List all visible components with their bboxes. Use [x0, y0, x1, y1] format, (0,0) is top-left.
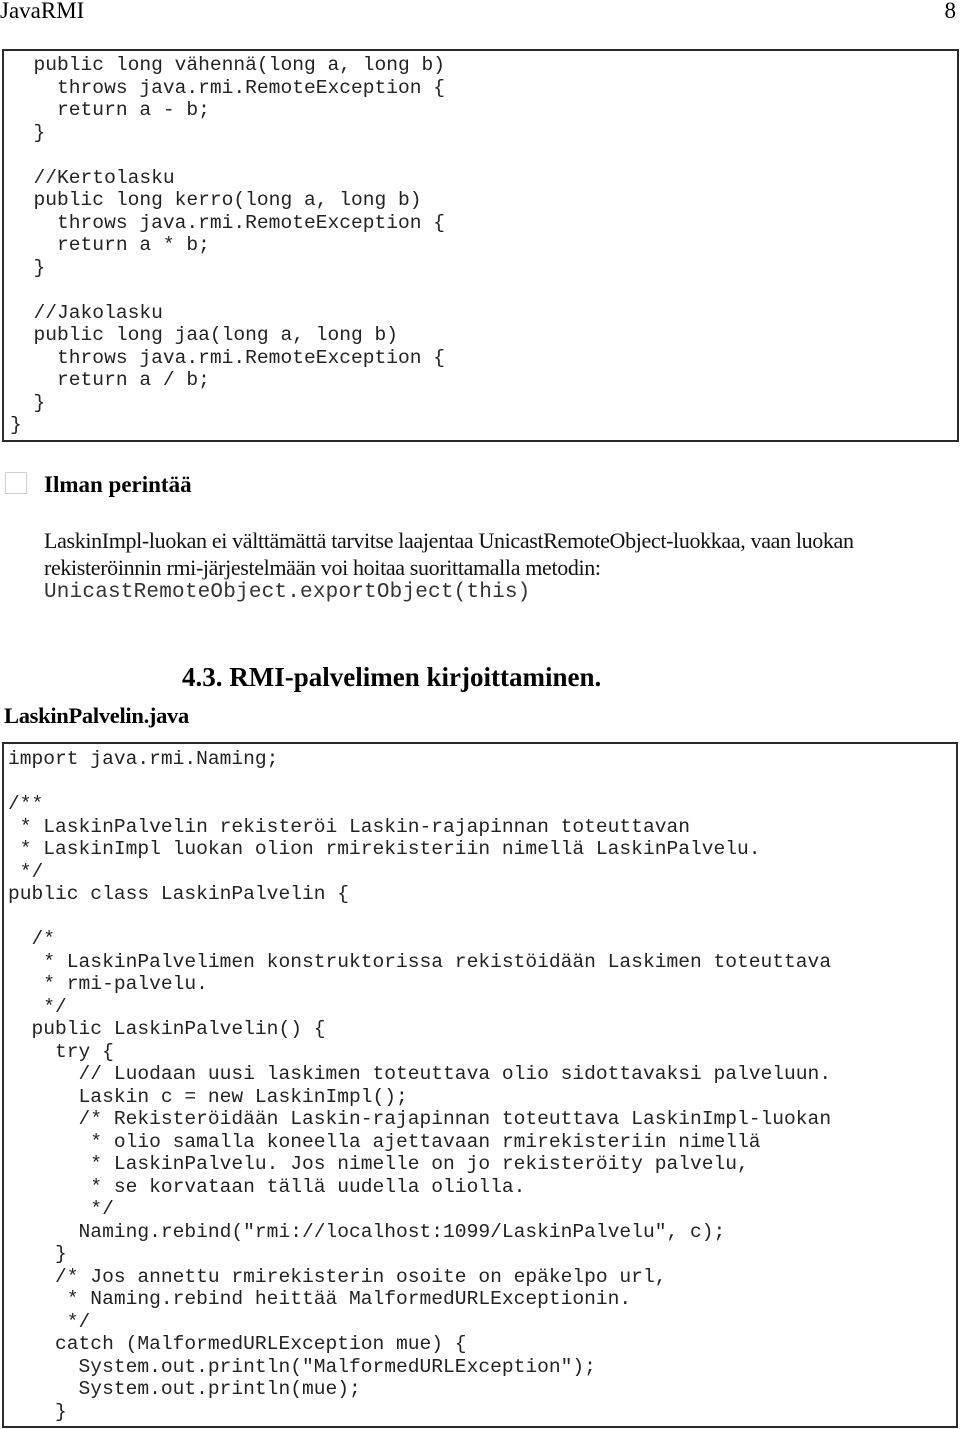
- code-line: * LaskinPalvelin rekisteröi Laskin-rajap…: [8, 815, 690, 838]
- code-line: public long vähennä(long a, long b): [10, 54, 446, 76]
- code-line: */: [8, 1198, 114, 1220]
- code-line: * olio samalla koneella ajettavaan rmire…: [8, 1130, 761, 1153]
- bullet-square-icon: [5, 472, 27, 494]
- code-line: /* Rekisteröidään Laskin-rajapinnan tote…: [8, 1108, 832, 1130]
- code-line: return a * b;: [10, 234, 210, 256]
- code-line: }: [10, 414, 22, 436]
- code-line: * LaskinPalvelu. Jos nimelle on jo rekis…: [8, 1153, 749, 1175]
- code-line: }: [10, 391, 46, 414]
- section-heading: Ilman perintää: [44, 472, 192, 497]
- code-line: try {: [8, 1040, 114, 1063]
- paragraph-line: LaskinImpl-luokan ei välttämättä tarvits…: [44, 528, 854, 553]
- code-line: * rmi-palvelu.: [8, 973, 208, 995]
- code-line: public LaskinPalvelin() {: [8, 1018, 326, 1040]
- section-paragraph: LaskinImpl-luokan ei välttämättä tarvits…: [44, 527, 959, 581]
- file-name-heading: LaskinPalvelin.java: [4, 703, 189, 728]
- code-line: throws java.rmi.RemoteException {: [10, 76, 446, 99]
- code-line: * LaskinPalvelimen konstruktorissa rekis…: [8, 950, 832, 973]
- code-line: */: [8, 995, 67, 1018]
- code-line: return a - b;: [10, 99, 210, 121]
- code-line: // Luodaan uusi laskimen toteuttava olio…: [8, 1063, 832, 1085]
- chapter-heading: 4.3. RMI-palvelimen kirjoittaminen.: [182, 662, 602, 692]
- code-line: throws java.rmi.RemoteException {: [10, 346, 446, 369]
- code-line: }: [10, 256, 46, 279]
- code-listing: public long vähennä(long a, long b) thro…: [10, 54, 445, 437]
- page-number: 8: [944, 0, 957, 23]
- code-line: * se korvataan tällä uudella oliolla.: [8, 1175, 526, 1198]
- paragraph-line: rekisteröinnin rmi-järjestelmään voi hoi…: [44, 555, 601, 580]
- code-block-laskinpalvelin: import java.rmi.Naming; /** * LaskinPalve…: [2, 742, 958, 1428]
- inline-code-snippet: UnicastRemoteObject.exportObject(this): [44, 581, 531, 604]
- code-line: /*: [8, 928, 56, 950]
- code-line: throws java.rmi.RemoteException {: [10, 211, 446, 234]
- code-line: //Jakolasku: [10, 301, 163, 324]
- code-line: public class LaskinPalvelin {: [8, 883, 349, 905]
- code-line: catch (MalformedURLException mue) {: [8, 1333, 467, 1355]
- code-line: public long kerro(long a, long b): [10, 189, 422, 211]
- code-line: /**: [8, 793, 44, 815]
- code-line: }: [8, 1400, 67, 1423]
- code-line: * Naming.rebind heittää MalformedURLExce…: [8, 1288, 632, 1310]
- code-listing: import java.rmi.Naming; /** * LaskinPalve…: [8, 748, 831, 1423]
- code-line: public long jaa(long a, long b): [10, 324, 399, 346]
- code-line: import java.rmi.Naming;: [8, 748, 279, 770]
- code-line: System.out.println("MalformedURLExceptio…: [8, 1355, 596, 1378]
- code-line: */: [8, 1310, 91, 1333]
- code-line: }: [8, 1243, 67, 1265]
- code-line: */: [8, 860, 44, 883]
- code-line: }: [10, 121, 46, 144]
- code-line: /* Jos annettu rmirekisterin osoite on e…: [8, 1265, 667, 1288]
- code-block-laskinimpl-methods: public long vähennä(long a, long b) thro…: [2, 49, 959, 442]
- document-header-title: JavaRMI: [0, 0, 85, 23]
- code-line: Naming.rebind("rmi://localhost:1099/Lask…: [8, 1220, 726, 1243]
- code-line: Laskin c = new LaskinImpl();: [8, 1085, 408, 1108]
- code-line: //Kertolasku: [10, 166, 175, 189]
- code-line: System.out.println(mue);: [8, 1378, 361, 1400]
- code-line: return a / b;: [10, 369, 210, 391]
- code-line: * LaskinImpl luokan olion rmirekisteriin…: [8, 838, 761, 860]
